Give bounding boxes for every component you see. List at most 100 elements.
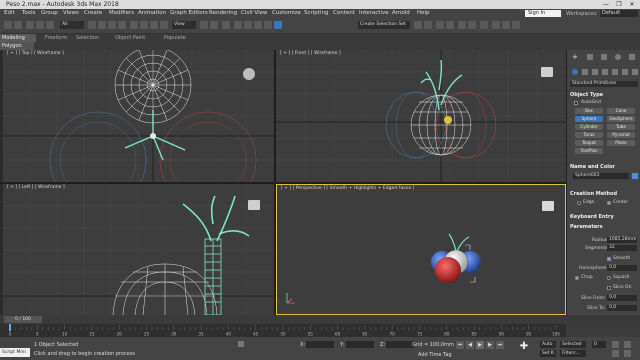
geosphere-button[interactable]: GeoSphere [607, 116, 635, 122]
squash-radio[interactable] [607, 276, 611, 280]
menu-animation[interactable]: Animation [138, 10, 166, 16]
angle-snap-icon[interactable] [244, 21, 252, 29]
menu-help[interactable]: Help [417, 10, 430, 16]
scene-explorer-icon[interactable] [436, 21, 444, 29]
close-button[interactable]: ✕ [626, 0, 638, 9]
viewport-divider-horizontal[interactable] [0, 182, 566, 184]
track-bar[interactable]: 0 5 10 15 20 25 30 35 40 45 50 55 60 65 70 75 80 85 90 95 10… [0, 324, 566, 337]
menu-arnold[interactable]: Arnold [392, 10, 410, 16]
set-key-icon[interactable]: ✚ [518, 341, 530, 353]
y-coord-field[interactable] [346, 341, 374, 348]
menu-customize[interactable]: Customize [272, 10, 301, 16]
tube-button[interactable]: Tube [607, 124, 635, 130]
chop-radio[interactable] [575, 276, 579, 280]
mirror-icon[interactable] [414, 21, 422, 29]
creation-center-radio[interactable] [607, 201, 611, 205]
layer-explorer-icon[interactable] [446, 21, 454, 29]
sphere-button[interactable]: Sphere [575, 116, 603, 122]
cameras-icon[interactable] [602, 69, 608, 75]
select-object-icon[interactable] [88, 21, 96, 29]
current-frame-field[interactable]: 0 [592, 341, 606, 348]
radius-field[interactable]: 1085,28mm [607, 237, 637, 243]
viewport-perspective-label[interactable]: [ + ] [ Perspective ] [ Smooth + Highlig… [281, 186, 414, 191]
goto-start-icon[interactable]: ⏮ [456, 341, 464, 349]
smooth-checkbox[interactable] [607, 257, 611, 261]
ribbon-tab-object-paint[interactable]: Object Paint [115, 35, 145, 41]
ribbon-tab-selection[interactable]: Selection [76, 35, 99, 41]
undo-icon[interactable] [4, 21, 12, 29]
time-slider[interactable]: 0 / 100 [0, 315, 640, 324]
slice-to-field[interactable]: 0,0 [607, 305, 637, 311]
select-and-rotate-icon[interactable] [140, 21, 148, 29]
segments-field[interactable]: 32 [607, 245, 637, 251]
ribbon-tab-modeling[interactable]: Modeling [0, 34, 36, 42]
reference-coordinate-dropdown[interactable]: View [172, 21, 196, 29]
viewcube-perspective-icon[interactable] [542, 201, 554, 211]
align-icon[interactable] [424, 21, 432, 29]
maximize-button[interactable]: ❐ [613, 0, 625, 9]
keyboard-shortcut-icon[interactable] [222, 21, 230, 29]
z-coord-field[interactable] [386, 341, 414, 348]
viewcube-left-icon[interactable] [248, 200, 260, 210]
object-category-dropdown[interactable]: Standard Primitives [570, 81, 638, 87]
menu-rendering[interactable]: Rendering [209, 10, 237, 16]
rendered-frame-window-icon[interactable] [502, 21, 510, 29]
viewport-front[interactable]: [ + ] [ Front ] [ Wireframe ] [276, 50, 566, 182]
x-coord-field[interactable] [306, 341, 334, 348]
select-and-place-icon[interactable] [160, 21, 168, 29]
schematic-view-icon[interactable] [468, 21, 476, 29]
modify-tab-icon[interactable] [587, 54, 593, 60]
time-slider-thumb[interactable]: 0 / 100 [4, 316, 42, 323]
torus-button[interactable]: Torus [575, 132, 603, 138]
menu-modifiers[interactable]: Modifiers [109, 10, 134, 16]
viewport-left-label[interactable]: [ + ] [ Left ] [ Wireframe ] [7, 185, 65, 190]
pyramid-button[interactable]: Pyramid [607, 132, 635, 138]
snaps-toggle-icon[interactable] [234, 21, 242, 29]
menu-group[interactable]: Group [41, 10, 58, 16]
cylinder-button[interactable]: Cylinder [575, 124, 603, 130]
creation-edge-radio[interactable] [577, 201, 581, 205]
utilities-tab-icon[interactable] [629, 54, 635, 60]
curve-editor-icon[interactable] [458, 21, 466, 29]
edit-named-selection-icon[interactable] [274, 21, 282, 29]
viewcube-front-icon[interactable] [541, 67, 553, 77]
textplus-button[interactable]: TextPlus [575, 148, 603, 154]
window-crossing-icon[interactable] [118, 21, 126, 29]
auto-key-button[interactable]: Auto [540, 341, 556, 348]
rectangular-selection-icon[interactable] [108, 21, 116, 29]
current-frame-marker[interactable] [9, 324, 11, 331]
minimize-button[interactable]: — [600, 0, 612, 9]
keyboard-entry-header[interactable]: Keyboard Entry [570, 214, 614, 220]
teapot-button[interactable]: Teapot [575, 140, 603, 146]
cone-button[interactable]: Cone [607, 108, 635, 114]
orbit-icon[interactable] [624, 350, 631, 357]
set-key-mode-button[interactable]: Set K. [540, 350, 556, 357]
slice-from-field[interactable]: 0,0 [607, 295, 637, 301]
menu-interactive[interactable]: Interactive [359, 10, 389, 16]
selection-filter-dropdown[interactable]: All [60, 21, 84, 29]
parameters-header[interactable]: Parameters [570, 224, 603, 230]
bind-space-warp-icon[interactable] [46, 21, 54, 29]
name-and-color-header[interactable]: Name and Color [570, 164, 615, 170]
shapes-icon[interactable] [582, 69, 588, 75]
hemisphere-field[interactable]: 0,0 [607, 265, 637, 271]
slice-on-checkbox[interactable] [607, 286, 611, 290]
render-setup-icon[interactable] [492, 21, 500, 29]
prev-frame-icon[interactable]: ◀ [466, 341, 474, 349]
lights-icon[interactable] [592, 69, 598, 75]
add-time-tag-button[interactable]: Add Time Tag [418, 352, 452, 358]
select-and-move-icon[interactable] [130, 21, 138, 29]
menu-views[interactable]: Views [63, 10, 79, 16]
pan-view-icon[interactable] [612, 350, 619, 357]
object-name-field[interactable]: Sphere003 [573, 173, 629, 179]
zoom-extents-all-icon[interactable] [624, 341, 631, 348]
select-and-scale-icon[interactable] [150, 21, 158, 29]
viewcube-top-icon[interactable] [243, 68, 255, 80]
named-selection-dropdown[interactable]: Create Selection Set [358, 21, 410, 29]
menu-tools[interactable]: Tools [22, 10, 36, 16]
creation-method-header[interactable]: Creation Method [570, 191, 617, 197]
create-tab-icon[interactable]: + [572, 53, 578, 61]
viewport-perspective[interactable]: [ + ] [ Perspective ] [ Smooth + Highlig… [276, 184, 566, 315]
menu-edit[interactable]: Edit [4, 10, 15, 16]
workspace-select[interactable]: Default [600, 10, 638, 17]
